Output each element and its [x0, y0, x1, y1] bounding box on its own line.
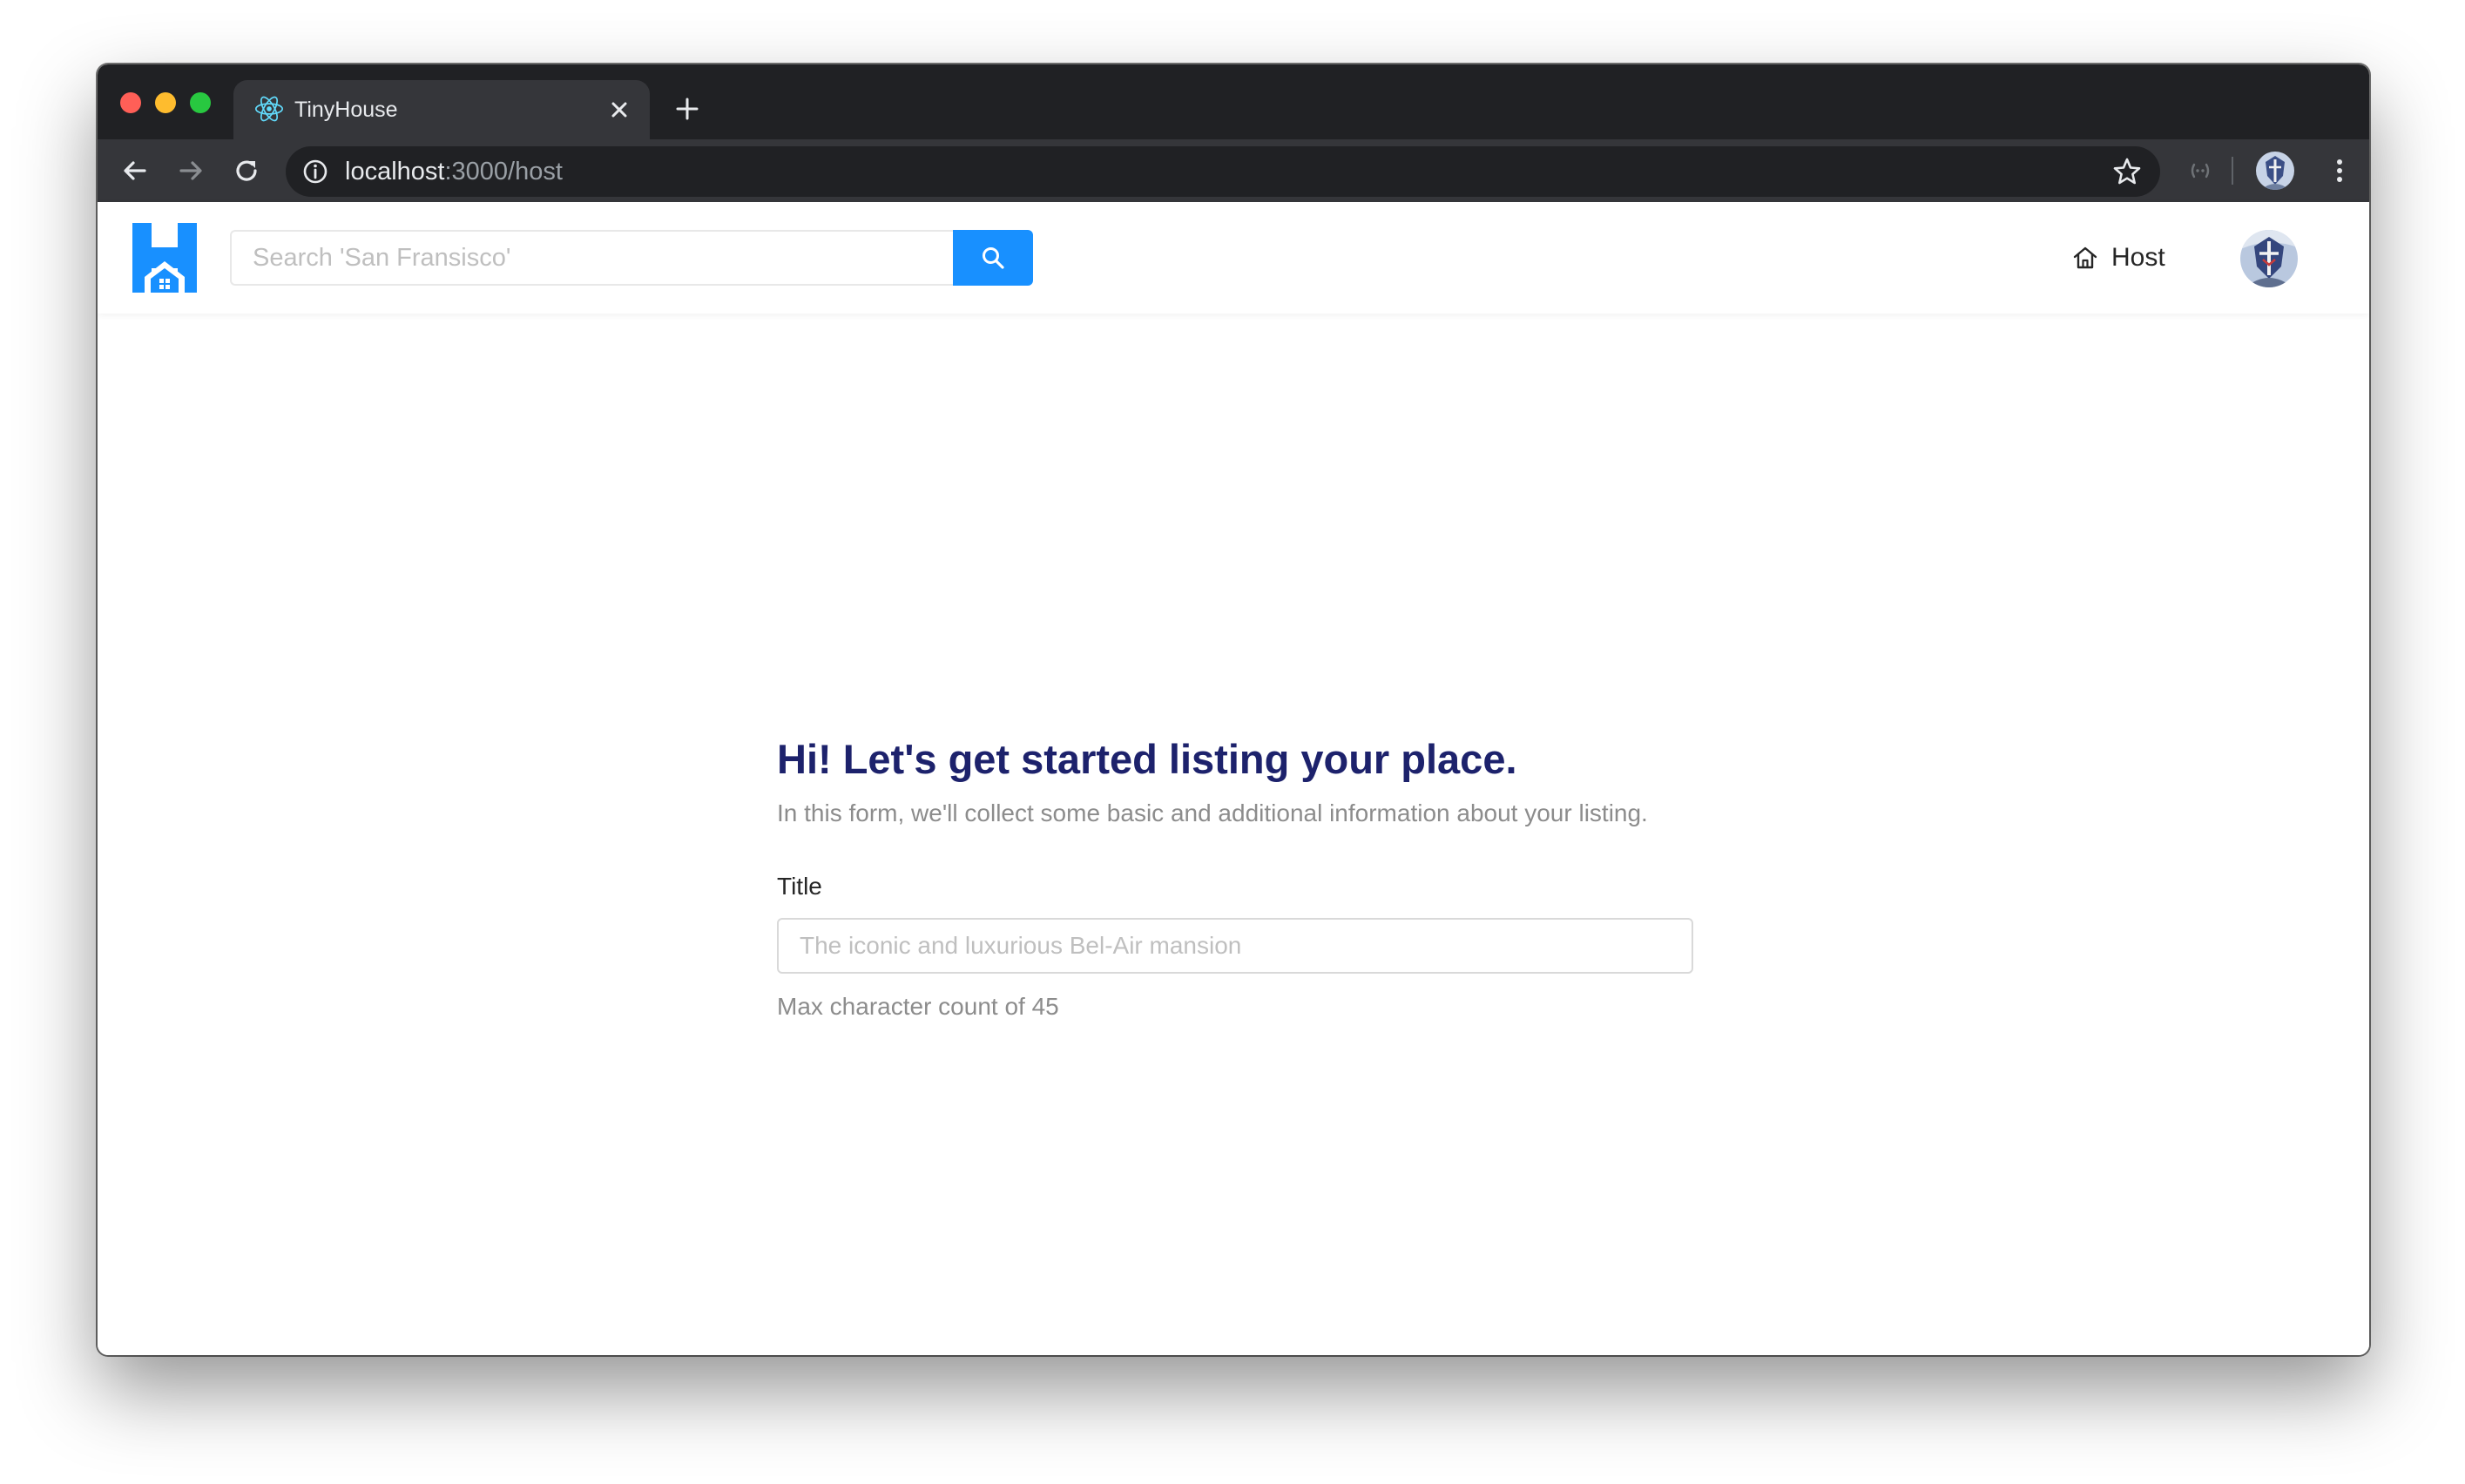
page-subtitle: In this form, we'll collect some basic a… [777, 799, 1648, 826]
address-bar-url: localhost:3000/host [345, 158, 563, 186]
title-field-help: Max character count of 45 [777, 993, 1059, 1020]
app-header: Host [98, 202, 2369, 314]
browser-window: TinyHouse localhost:3000/host Search 'Sa… [98, 64, 2369, 1355]
app-viewport: Host Hi! Let's get started listing your … [98, 202, 2369, 1355]
back-arrow-icon[interactable] [118, 154, 152, 187]
home-icon [2073, 246, 2097, 269]
info-icon[interactable] [301, 158, 329, 186]
browser-titlebar: TinyHouse [98, 64, 2369, 139]
new-tab-icon[interactable] [672, 94, 702, 124]
tab-title: TinyHouse [294, 98, 398, 122]
toolbar-divider [2232, 157, 2233, 185]
browser-toolbar: localhost:3000/host [98, 139, 2369, 202]
more-vertical-icon[interactable] [2324, 155, 2355, 186]
address-bar[interactable]: localhost:3000/host [286, 146, 2160, 197]
close-window-button[interactable] [120, 92, 141, 113]
forward-arrow-icon[interactable] [174, 154, 207, 187]
page-title: Hi! Let's get started listing your place… [777, 736, 1517, 782]
maximize-window-button[interactable] [190, 92, 211, 113]
extension-icon[interactable] [2186, 157, 2214, 185]
minimize-window-button[interactable] [155, 92, 176, 113]
bookmark-star-icon[interactable] [2111, 156, 2143, 187]
user-avatar[interactable] [2240, 230, 2298, 287]
title-input[interactable] [777, 918, 1693, 974]
browser-profile-avatar[interactable] [2256, 152, 2294, 190]
profile-picture-icon [2240, 230, 2298, 287]
search-icon [983, 247, 1004, 269]
title-field-label: Title [777, 873, 822, 900]
url-path: :3000/host [444, 158, 563, 186]
profile-picture-icon [2256, 152, 2294, 190]
close-tab-icon[interactable] [604, 95, 634, 125]
url-host: localhost [345, 158, 445, 186]
reload-icon[interactable] [230, 154, 263, 187]
react-icon [254, 96, 284, 122]
host-nav-link[interactable]: Host [2071, 237, 2165, 279]
tinyhouse-logo-icon[interactable] [132, 223, 197, 293]
search-button[interactable] [953, 230, 1033, 286]
search-input[interactable] [230, 230, 953, 286]
host-nav-label: Host [2111, 243, 2165, 272]
browser-tab-active[interactable]: TinyHouse [233, 80, 650, 139]
